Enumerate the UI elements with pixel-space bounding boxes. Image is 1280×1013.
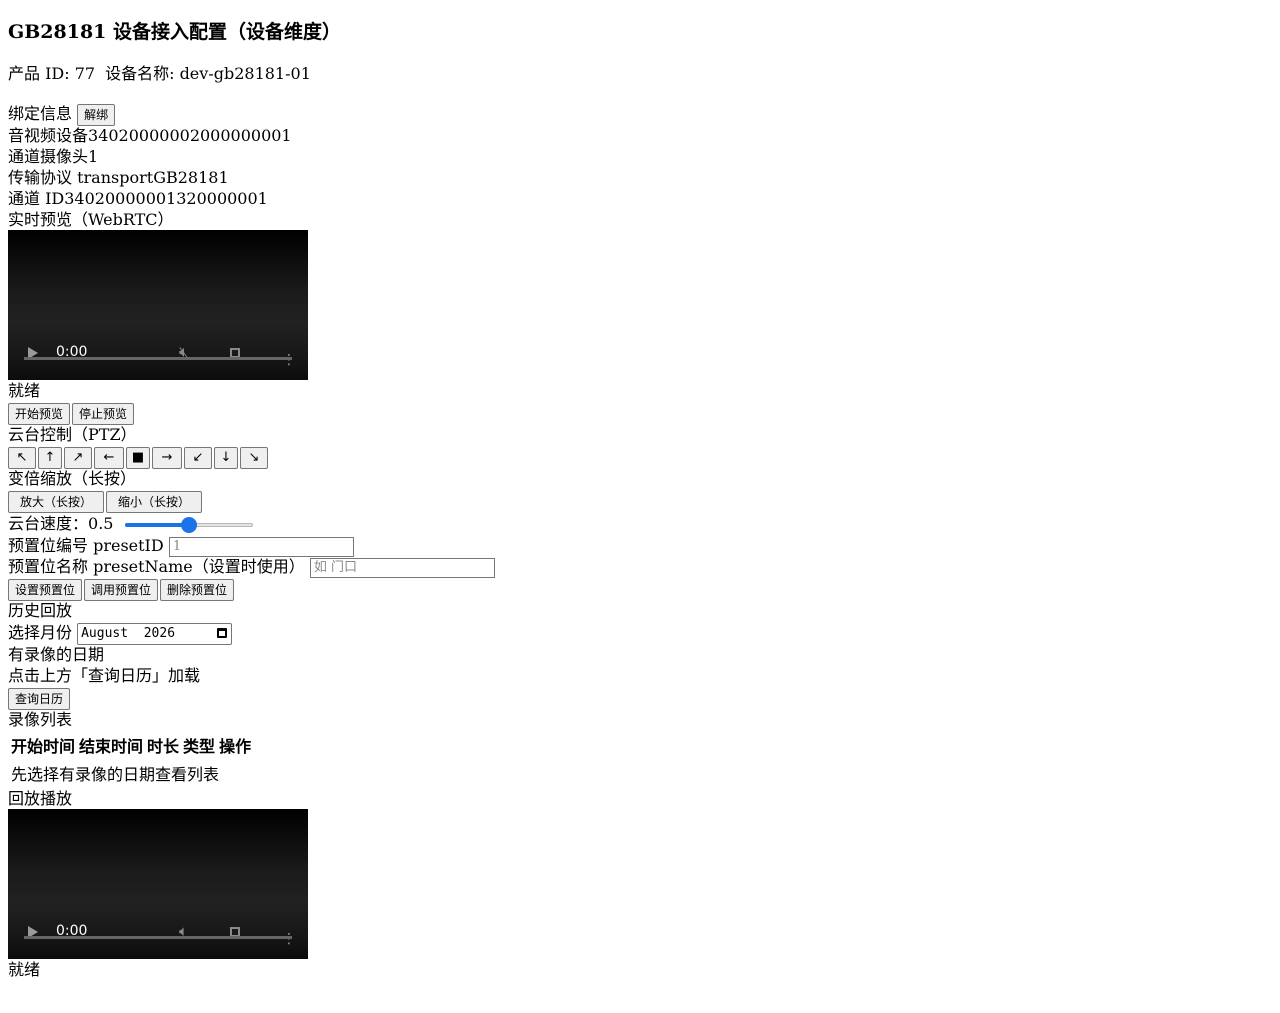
zoom-in-button[interactable]: 放大（长按） (8, 490, 104, 513)
ptz-down-right-button[interactable]: ↘ (240, 446, 268, 469)
query-calendar-button[interactable]: 查询日历 (8, 687, 71, 710)
ptz-title: 云台控制（PTZ） (8, 425, 137, 444)
unbind-button[interactable]: 解绑 (77, 103, 116, 126)
record-list-title: 录像列表 (8, 710, 73, 729)
playback-title: 回放播放 (8, 789, 73, 808)
preset-name-input[interactable] (309, 557, 495, 578)
call-preset-button[interactable]: 调用预置位 (84, 578, 159, 601)
ptz-speed-label: 云台速度： (8, 514, 89, 533)
ptz-speed-row: 云台速度：0.5 (8, 512, 1272, 535)
ptz-speed-slider[interactable] (124, 516, 253, 533)
transport-label: 传输协议 transport (8, 168, 154, 187)
product-id-label: 产品 ID: (8, 64, 75, 83)
preset-name-label: 预置位名称 presetName（设置时使用） (8, 557, 305, 576)
calendar-icon[interactable] (217, 627, 228, 638)
channel-id-label: 通道 ID (8, 189, 65, 208)
zoom-title: 变倍缩放（长按） (8, 469, 137, 488)
record-dates-hint: 点击上方「查询日历」加载 (8, 666, 201, 685)
playback-status: 就绪 (8, 960, 41, 979)
channel-label: 通道 (8, 147, 41, 166)
ptz-up-button[interactable]: ↑ (38, 446, 62, 469)
av-device-value: 34020000002000000001 (88, 126, 292, 145)
video-controls (8, 901, 308, 959)
preset-id-input[interactable] (168, 536, 354, 557)
ptz-pad: ↖ ↑ ↗ ← ■ → ↙ ↓ ↘ (8, 445, 1272, 469)
month-value: August 2026 (81, 625, 176, 641)
slider-fill (124, 522, 189, 527)
video-controls (8, 322, 308, 380)
preset-id-row: 预置位编号 presetID (8, 535, 1272, 557)
product-id-value: 77 (74, 64, 96, 83)
av-device-row: 音视频设备34020000002000000001 (8, 125, 1272, 146)
live-video-player[interactable]: 0:00 🔇︎ ⋮ (8, 230, 308, 380)
channel-row: 通道摄像头1 (8, 146, 1272, 167)
ptz-up-left-button[interactable]: ↖ (8, 446, 36, 469)
preset-actions: 设置预置位 调用预置位 删除预置位 (8, 577, 1272, 601)
transport-value: GB28181 (153, 168, 229, 187)
zoom-out-button[interactable]: 缩小（长按） (106, 490, 202, 513)
month-row: 选择月份 August 2026 (8, 621, 1272, 645)
history-title: 历史回放 (8, 601, 73, 620)
binding-label: 绑定信息 (8, 104, 73, 123)
channel-id-value: 34020000001320000001 (64, 189, 268, 208)
preset-name-row: 预置位名称 presetName（设置时使用） (8, 556, 1272, 578)
record-table-header: 开始时间 结束时间 时长 类型 操作 (10, 732, 252, 758)
table-row: 先选择有录像的日期查看列表 (10, 760, 252, 786)
live-actions: 开始预览 停止预览 (8, 401, 1272, 425)
query-row: 查询日历 (8, 686, 1272, 710)
record-dates-title: 有录像的日期 (8, 645, 105, 664)
column-header: 结束时间 (79, 737, 144, 756)
ptz-left-button[interactable]: ← (94, 446, 124, 469)
ptz-up-right-button[interactable]: ↗ (64, 446, 92, 469)
stop-preview-button[interactable]: 停止预览 (72, 402, 135, 425)
channel-id-row: 通道 ID34020000001320000001 (8, 188, 1272, 209)
ptz-down-left-button[interactable]: ↙ (184, 446, 212, 469)
binding-header: 绑定信息 解绑 (8, 102, 1272, 126)
month-picker[interactable]: August 2026 (77, 622, 233, 645)
column-header: 类型 (183, 737, 216, 756)
channel-value: 摄像头1 (40, 147, 99, 166)
slider-thumb[interactable] (180, 516, 197, 533)
ptz-right-button[interactable]: → (152, 446, 182, 469)
ptz-stop-button[interactable]: ■ (126, 446, 150, 469)
playback-video-player[interactable]: 0:00 🔈︎ ⋮ (8, 809, 308, 959)
column-header: 开始时间 (11, 737, 76, 756)
preset-id-label: 预置位编号 presetID (8, 536, 164, 555)
page: GB28181 设备接入配置（设备维度） 产品 ID: 77 设备名称: dev-… (0, 19, 1280, 980)
empty-message: 先选择有录像的日期查看列表 (11, 765, 220, 784)
column-header: 时长 (147, 737, 180, 756)
start-preview-button[interactable]: 开始预览 (8, 402, 71, 425)
delete-preset-button[interactable]: 删除预置位 (160, 578, 235, 601)
month-label: 选择月份 (8, 623, 73, 642)
video-seek-bar[interactable] (24, 357, 292, 360)
transport-row: 传输协议 transportGB28181 (8, 167, 1272, 188)
device-meta: 产品 ID: 77 设备名称: dev-gb28181-01 (8, 62, 1272, 86)
video-seek-bar[interactable] (24, 936, 292, 939)
column-header: 操作 (219, 737, 252, 756)
live-preview-title: 实时预览（WebRTC） (8, 210, 174, 229)
ptz-speed-value: 0.5 (88, 514, 114, 533)
device-name-value: dev-gb28181-01 (179, 64, 311, 83)
record-table: 开始时间 结束时间 时长 类型 操作 先选择有录像的日期查看列表 (8, 730, 254, 788)
zoom-actions: 放大（长按） 缩小（长按） (8, 489, 1272, 513)
device-name-label: 设备名称: (105, 64, 180, 83)
ptz-down-button[interactable]: ↓ (214, 446, 238, 469)
live-status: 就绪 (8, 381, 41, 400)
set-preset-button[interactable]: 设置预置位 (8, 578, 83, 601)
page-title: GB28181 设备接入配置（设备维度） (8, 21, 342, 43)
av-device-label: 音视频设备 (8, 126, 89, 145)
